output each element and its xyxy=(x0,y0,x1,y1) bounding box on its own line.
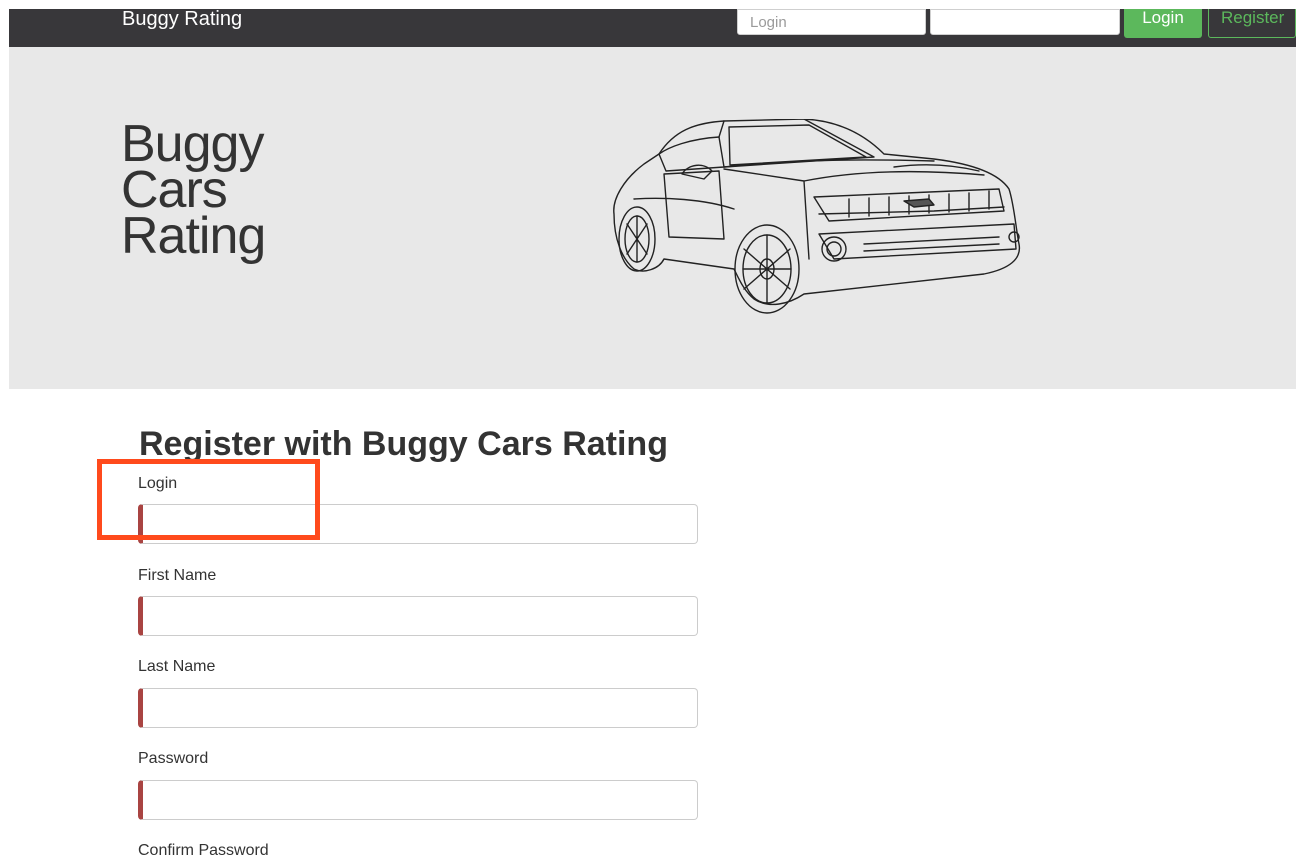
hero-title-line: Rating xyxy=(121,207,266,265)
nav-register-button[interactable]: Register xyxy=(1208,9,1296,38)
confirm-password-label: Confirm Password xyxy=(138,842,269,859)
page-title: Register with Buggy Cars Rating xyxy=(139,425,668,463)
nav-login-button[interactable]: Login xyxy=(1124,9,1202,38)
password-label: Password xyxy=(138,750,209,767)
last-name-input[interactable] xyxy=(138,688,698,728)
login-label: Login xyxy=(138,475,178,492)
nav-login-input[interactable] xyxy=(737,9,926,35)
car-illustration xyxy=(613,119,1021,314)
hero-banner: Buggy Cars Rating xyxy=(9,47,1296,389)
nav-password-input[interactable] xyxy=(930,9,1120,35)
first-name-label: First Name xyxy=(138,567,217,584)
hero-title: Buggy Cars Rating xyxy=(121,118,341,265)
first-name-input[interactable] xyxy=(138,596,698,636)
login-input[interactable] xyxy=(138,504,698,544)
top-navbar: Buggy Rating Login Register xyxy=(9,9,1296,47)
brand-link[interactable]: Buggy Rating xyxy=(122,9,242,31)
password-input[interactable] xyxy=(138,780,698,820)
last-name-label: Last Name xyxy=(138,658,216,675)
